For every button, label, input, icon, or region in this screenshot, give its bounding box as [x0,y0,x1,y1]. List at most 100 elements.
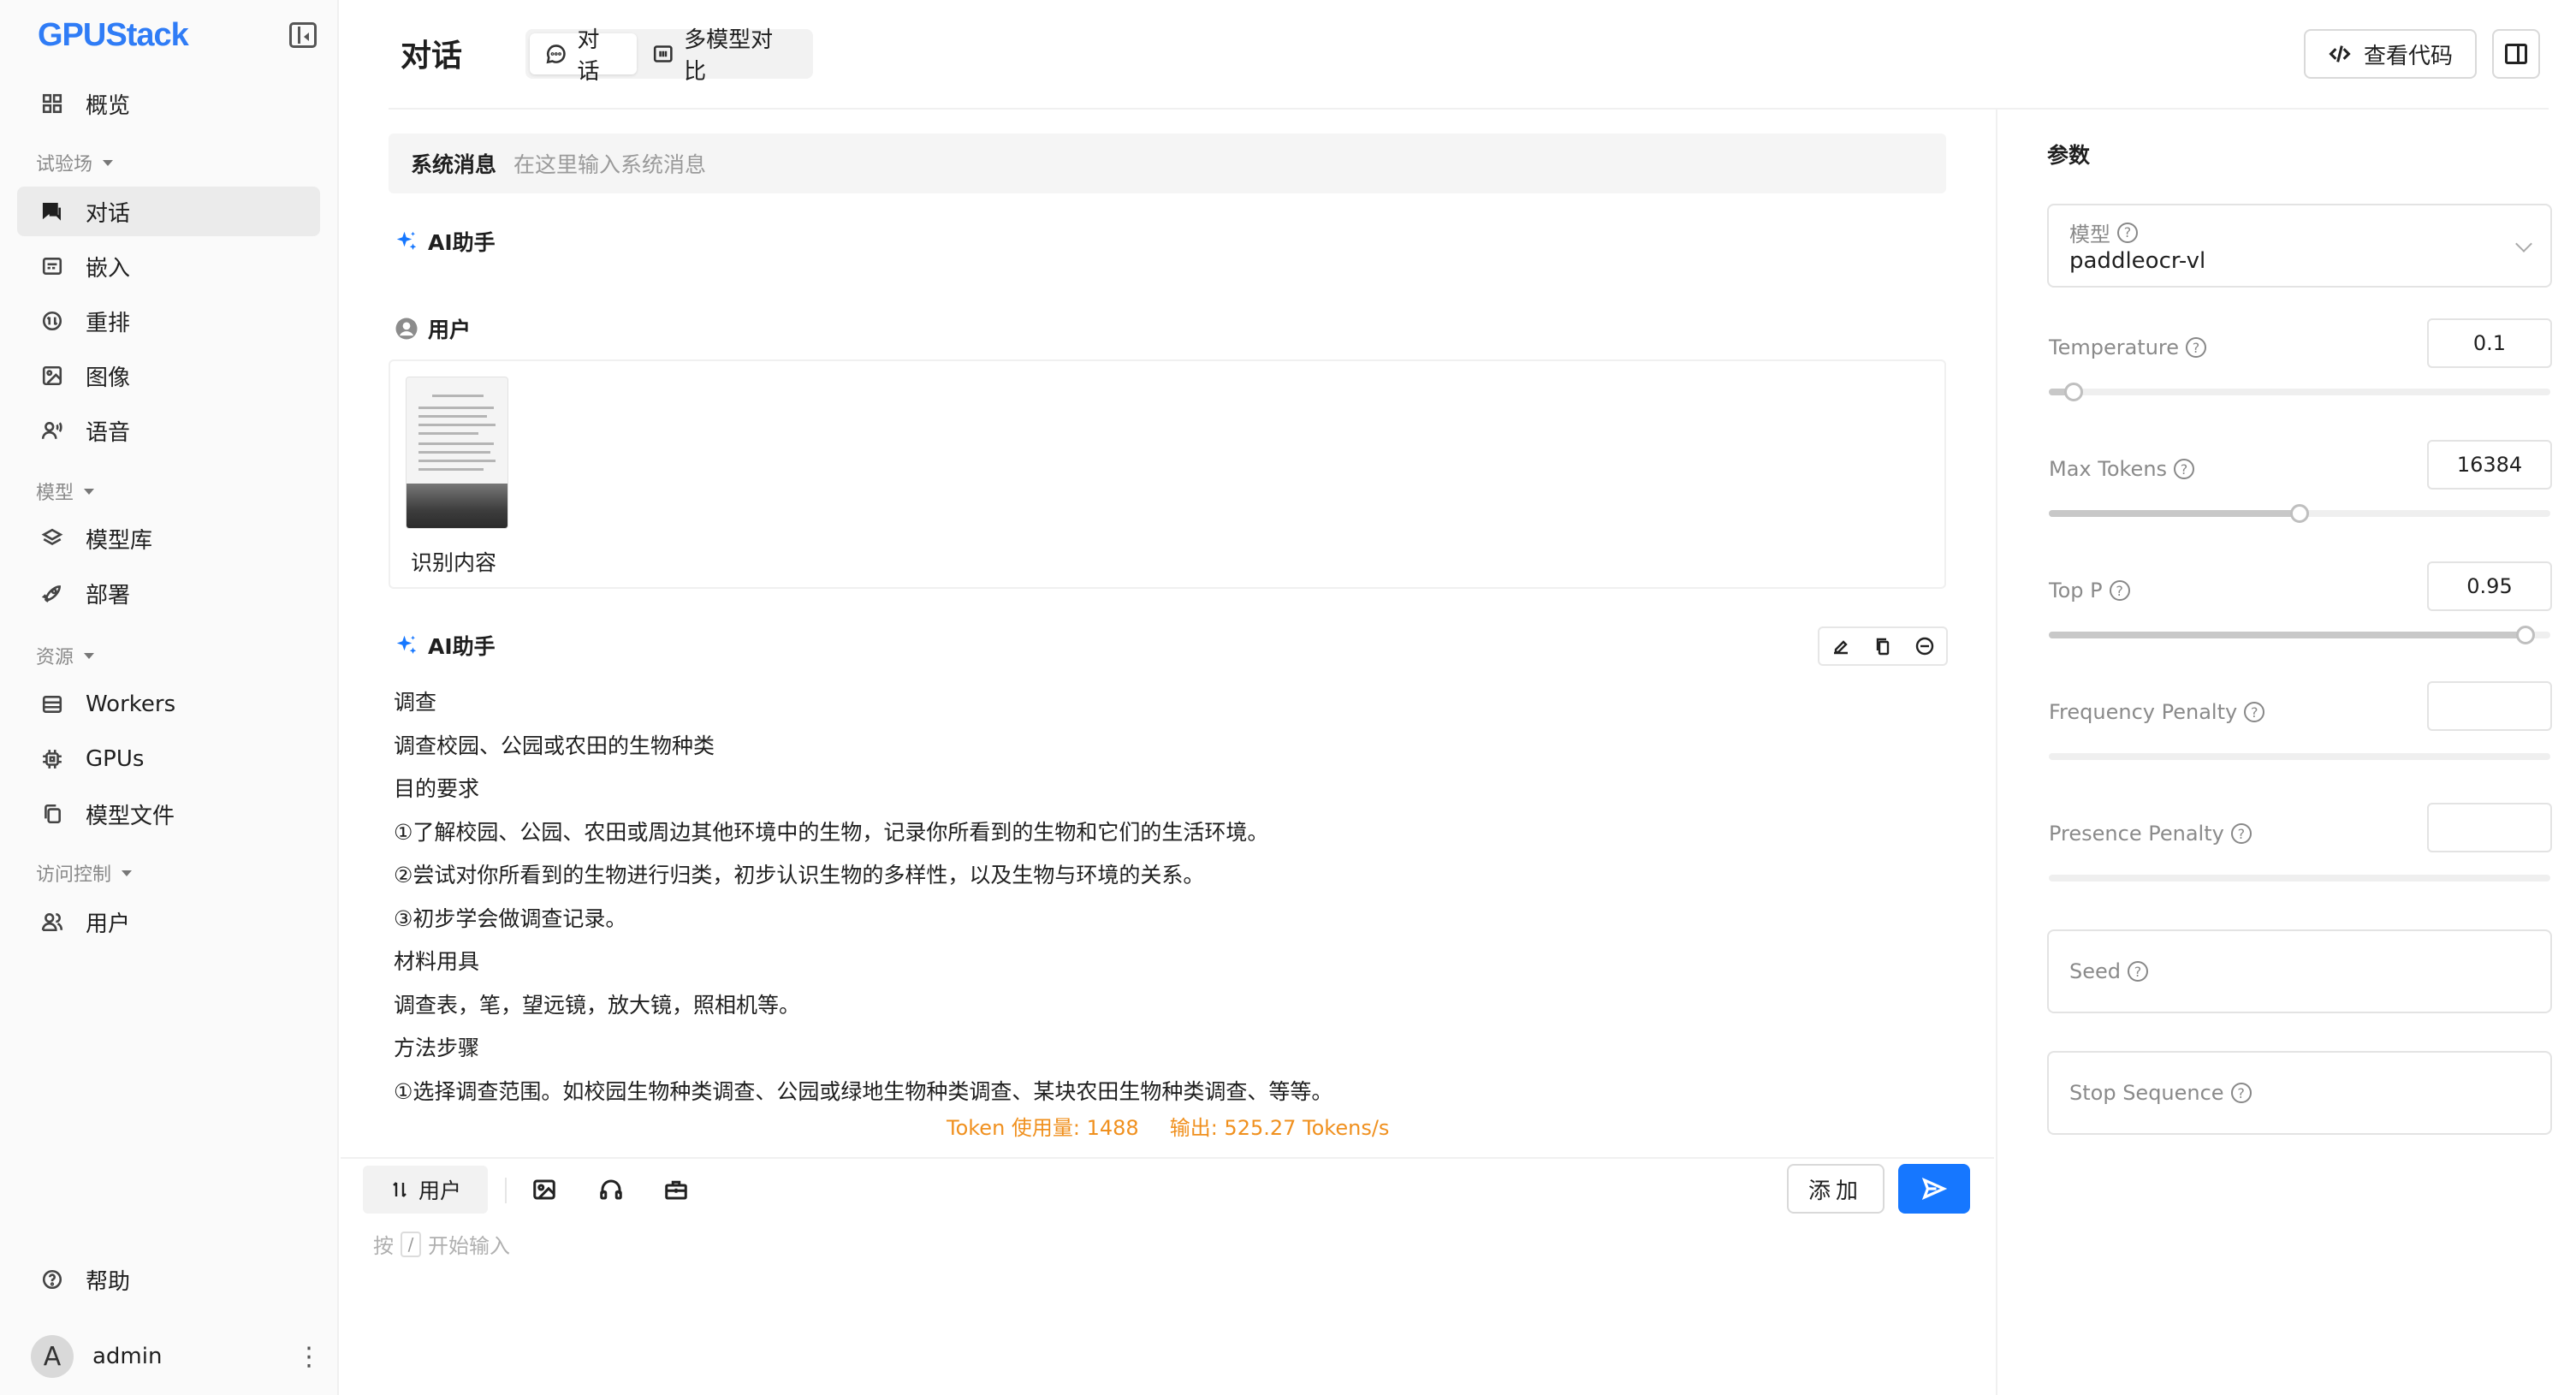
presence-penalty-label: Presence Penalty? [2049,822,2252,846]
presence-penalty-slider[interactable] [2049,875,2550,882]
sidebar-item-overview[interactable]: 概览 [17,79,320,128]
sidebar: GPUStack 概览 试验场 对话 嵌入 重排 图像 语音 模型 模型库 部署… [0,0,339,1395]
top-p-slider[interactable] [2049,626,2550,644]
question-icon[interactable]: ? [2128,961,2148,982]
user-role-label: 用户 [428,318,472,342]
slider-handle[interactable] [2290,504,2309,523]
rocket-icon [39,580,65,606]
frequency-penalty-input[interactable] [2427,681,2552,731]
max-tokens-input[interactable]: 16384 [2427,440,2552,490]
send-button[interactable] [1898,1164,1970,1214]
view-code-button[interactable]: 查看代码 [2304,29,2477,79]
voice-icon [39,418,65,443]
headphones-icon [600,1179,622,1200]
answer-line: 调查 [394,690,437,715]
stop-sequence-input[interactable]: Stop Sequence? [2047,1051,2552,1135]
panel-layout-icon [2505,44,2527,64]
thumb-line [418,407,494,409]
sidebar-item-label: 帮助 [86,1268,131,1295]
sidebar-item-gpus[interactable]: GPUs [17,734,320,784]
thumb-line [418,442,494,445]
sidebar-item-deployments[interactable]: 部署 [17,568,320,618]
avatar[interactable]: A [31,1335,74,1378]
group-label-text: 模型 [36,483,74,504]
image-icon [533,1179,555,1200]
answer-line: ①了解校园、公园、农田或周边其他环境中的生物，记录你所看到的生物和它们的生活环境… [394,819,1269,845]
view-code-label: 查看代码 [2363,43,2453,69]
question-icon[interactable]: ? [2186,337,2207,358]
tab-multi-model-compare[interactable]: 多模型对比 [637,27,809,85]
copy-icon[interactable] [1873,636,1893,656]
tab-chat[interactable]: 对话 [530,27,637,85]
param-label-text: Presence Penalty [2049,822,2224,846]
sidebar-item-model-catalog[interactable]: 模型库 [17,513,320,563]
question-icon[interactable]: ? [2117,222,2138,243]
slider-handle[interactable] [2064,383,2084,401]
sidebar-item-voice[interactable]: 语音 [17,406,320,455]
temperature-slider[interactable] [2049,383,2550,401]
attached-image-thumbnail[interactable] [406,377,508,529]
group-label-playground[interactable]: 试验场 [36,149,114,176]
temperature-input[interactable]: 0.1 [2427,318,2552,368]
top-p-input[interactable]: 0.95 [2427,561,2552,611]
question-icon[interactable]: ? [2230,823,2252,844]
tools-button[interactable] [659,1172,693,1207]
sidebar-item-label: 对话 [86,200,131,227]
sidebar-item-chat[interactable]: 对话 [17,187,320,236]
question-icon[interactable]: ? [2174,459,2195,479]
composer-input[interactable]: 按 / 开始输入 [373,1229,510,1259]
group-label-models[interactable]: 模型 [36,478,95,505]
user-message[interactable]: 识别内容 [389,359,1946,589]
chevron-down-icon [2515,235,2532,252]
question-icon[interactable]: ? [2109,580,2130,601]
send-icon [1921,1177,1947,1201]
slider-handle[interactable] [2515,626,2535,644]
answer-line: ③初步学会做调查记录。 [394,905,627,931]
thumb-line [432,395,484,397]
edit-icon[interactable] [1831,636,1851,656]
system-message-bar[interactable]: 系统消息 在这里输入系统消息 [389,134,1946,193]
role-switch-button[interactable]: 用户 [363,1166,488,1214]
upload-audio-button[interactable] [594,1172,628,1207]
upload-image-button[interactable] [527,1172,561,1207]
model-label: 模型? [2069,217,2138,247]
tab-label: 多模型对比 [684,27,774,85]
presence-penalty-input[interactable] [2427,803,2552,852]
sidebar-item-users[interactable]: 用户 [17,897,320,947]
composer-divider [341,1157,1994,1159]
param-label-text: Max Tokens [2049,457,2168,481]
slider-fill [2049,632,2526,638]
sidebar-item-image[interactable]: 图像 [17,351,320,401]
seed-label: Seed [2069,959,2121,983]
answer-line: ②尝试对你所看到的生物进行归类，初步认识生物的多样性，以及生物与环境的关系。 [394,863,1205,887]
sidebar-item-label: 语音 [86,419,131,446]
seed-input[interactable]: Seed? [2047,929,2552,1013]
group-label-access-control[interactable]: 访问控制 [36,859,133,887]
thumb-line [418,451,490,454]
sidebar-item-label: 图像 [86,365,131,391]
remove-icon[interactable] [1914,636,1935,656]
caret-down-icon [103,159,114,166]
sidebar-item-help[interactable]: 帮助 [17,1255,320,1304]
frequency-penalty-slider[interactable] [2049,753,2550,760]
user-profile[interactable]: A admin ⋮ [31,1333,322,1380]
max-tokens-slider[interactable] [2049,504,2550,523]
more-vertical-icon[interactable]: ⋮ [296,1342,322,1372]
question-icon[interactable]: ? [2244,702,2265,722]
top-p-label: Top P? [2049,579,2130,603]
add-message-button[interactable]: 添加 [1787,1164,1885,1214]
toggle-params-panel-button[interactable] [2492,29,2540,79]
sidebar-item-model-files[interactable]: 模型文件 [17,789,320,839]
system-message-placeholder[interactable]: 在这里输入系统消息 [513,148,706,179]
sidebar-item-embedding[interactable]: 嵌入 [17,241,320,291]
sidebar-item-workers[interactable]: Workers [17,680,320,729]
temperature-label: Temperature? [2049,335,2207,359]
sidebar-item-label: 模型库 [86,527,153,554]
question-icon[interactable]: ? [2230,1083,2252,1103]
model-value: paddleocr-vl [2069,248,2206,274]
group-label-resources[interactable]: 资源 [36,642,95,669]
collapse-sidebar-icon[interactable] [289,22,317,48]
brand-logo[interactable]: GPUStack [38,17,189,54]
model-select[interactable]: 模型? paddleocr-vl [2047,204,2552,288]
sidebar-item-rerank[interactable]: 重排 [17,296,320,346]
